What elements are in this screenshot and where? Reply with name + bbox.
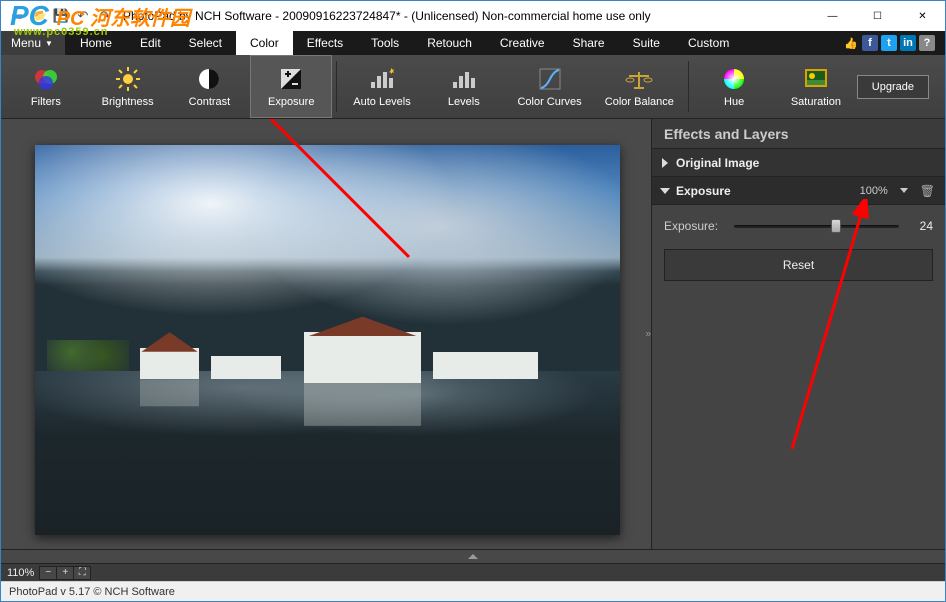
tool-label: Brightness [102,96,154,108]
tab-edit[interactable]: Edit [126,31,175,55]
contrast-icon [195,65,223,93]
tool-label: Auto Levels [353,96,410,108]
auto-levels-icon [368,65,396,93]
main-area: » Effects and Layers Original Image Expo… [1,119,945,549]
zoom-out-button[interactable]: − [39,566,57,580]
tab-retouch[interactable]: Retouch [413,31,486,55]
bottom-panel-toggle[interactable] [1,549,945,563]
slider-thumb[interactable] [831,219,841,233]
tool-label: Saturation [791,96,841,108]
tool-label: Color Curves [517,96,581,108]
filters-icon [32,65,60,93]
upgrade-button[interactable]: Upgrade [857,75,929,99]
chevron-down-icon: ▼ [45,39,53,48]
open-icon[interactable]: 📂 [29,6,49,26]
tool-levels[interactable]: Levels [423,55,505,118]
undo-icon[interactable]: ↶ [73,6,93,26]
tab-suite[interactable]: Suite [619,31,674,55]
zoom-in-button[interactable]: + [56,566,74,580]
ribbon-toolbar: Filters Brightness Contrast Exposure Aut… [1,55,945,119]
close-button[interactable]: ✕ [900,1,945,31]
tool-filters[interactable]: Filters [5,55,87,118]
image-canvas[interactable] [35,145,620,535]
color-balance-icon [625,65,653,93]
reset-button[interactable]: Reset [664,249,933,281]
status-text: PhotoPad v 5.17 © NCH Software [9,586,175,598]
expand-icon [662,158,668,168]
layer-original-image[interactable]: Original Image [652,149,945,177]
status-bar: PhotoPad v 5.17 © NCH Software [1,581,945,601]
layer-exposure[interactable]: Exposure 100% 🗑 [652,177,945,205]
tab-effects[interactable]: Effects [293,31,357,55]
help-icon[interactable]: ? [919,35,935,51]
zoom-bar: 110% − + ⛶ [1,563,945,581]
zoom-fit-button[interactable]: ⛶ [73,566,91,580]
tab-tools[interactable]: Tools [357,31,413,55]
tab-color[interactable]: Color [236,31,293,55]
tool-saturation[interactable]: Saturation [775,55,857,118]
saturation-icon [802,65,830,93]
tab-share[interactable]: Share [559,31,619,55]
tool-exposure[interactable]: Exposure [250,55,332,118]
layer-opacity[interactable]: 100% [860,185,888,197]
social-links: 👍 f t in ? [843,31,945,55]
tool-label: Contrast [189,96,231,108]
save-icon[interactable]: 💾 [51,6,71,26]
canvas-area[interactable]: » [1,119,651,549]
tool-color-curves[interactable]: Color Curves [505,55,595,118]
levels-icon [450,65,478,93]
brightness-icon [114,65,142,93]
new-icon[interactable]: ▭ [7,6,27,26]
tool-label: Color Balance [605,96,674,108]
delete-layer-icon[interactable]: 🗑 [920,184,935,198]
window-titlebar: ▭ 📂 💾 ↶ ↷ PhotoPad by NCH Software - 200… [1,1,945,31]
tool-label: Hue [724,96,744,108]
tool-label: Exposure [268,96,314,108]
tool-brightness[interactable]: Brightness [87,55,169,118]
tool-label: Filters [31,96,61,108]
effects-panel: Effects and Layers Original Image Exposu… [651,119,945,549]
minimize-button[interactable]: — [810,1,855,31]
slider-label: Exposure: [664,219,724,233]
window-title: PhotoPad by NCH Software - 2009091622372… [123,9,810,23]
tool-auto-levels[interactable]: Auto Levels [341,55,423,118]
zoom-level[interactable]: 110% [7,567,40,579]
tab-creative[interactable]: Creative [486,31,559,55]
tool-hue[interactable]: Hue [693,55,775,118]
panel-collapse-handle[interactable]: » [645,329,651,340]
menu-button-label: Menu [11,36,41,50]
exposure-icon [277,65,305,93]
layer-label: Original Image [676,156,935,170]
twitter-icon[interactable]: t [881,35,897,51]
collapse-icon [660,188,670,194]
color-curves-icon [536,65,564,93]
slider-value: 24 [909,219,933,233]
exposure-slider[interactable] [734,219,899,233]
tab-home[interactable]: Home [66,31,126,55]
tool-label: Levels [448,96,480,108]
menu-bar: Menu ▼ Home Edit Select Color Effects To… [1,31,945,55]
like-icon[interactable]: 👍 [843,35,859,51]
maximize-button[interactable]: ☐ [855,1,900,31]
main-menu-button[interactable]: Menu ▼ [1,31,65,55]
linkedin-icon[interactable]: in [900,35,916,51]
redo-icon[interactable]: ↷ [95,6,115,26]
tab-select[interactable]: Select [175,31,236,55]
hue-icon [720,65,748,93]
tool-contrast[interactable]: Contrast [169,55,251,118]
tab-custom[interactable]: Custom [674,31,743,55]
panel-title: Effects and Layers [652,119,945,149]
tool-color-balance[interactable]: Color Balance [594,55,684,118]
chevron-down-icon[interactable] [900,188,908,193]
annotation-arrow-2 [712,199,912,459]
layer-label: Exposure [676,184,852,198]
exposure-controls: Exposure: 24 Reset [652,205,945,291]
facebook-icon[interactable]: f [862,35,878,51]
